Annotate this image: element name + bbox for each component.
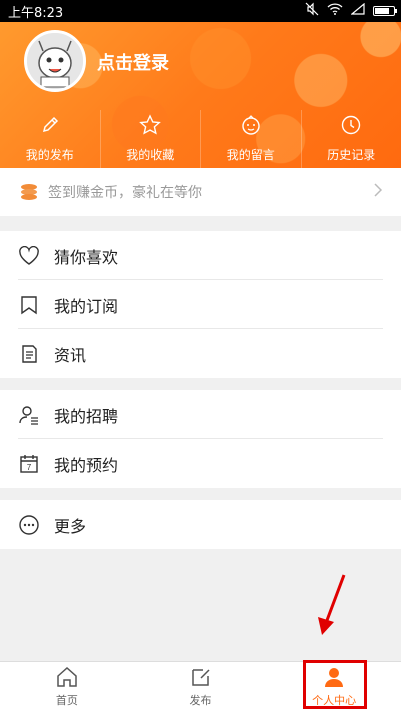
nav-label: 发布: [189, 693, 212, 707]
news-icon: [18, 343, 40, 365]
bottom-nav: 首页 发布 个人中心: [0, 661, 401, 710]
bookmark-icon: [18, 294, 40, 316]
calendar-day: 7: [27, 463, 32, 472]
nav-home[interactable]: 首页: [0, 662, 134, 710]
quick-item-messages[interactable]: 我的留言: [201, 110, 302, 168]
checkin-text: 签到赚金币，豪礼在等你: [48, 185, 202, 201]
quick-item-history[interactable]: 历史记录: [302, 110, 401, 168]
menu-item-more[interactable]: 更多: [0, 500, 401, 549]
pencil-icon: [39, 114, 61, 140]
more-icon: [18, 514, 40, 536]
menu-item-label: 资讯: [54, 345, 87, 365]
wifi-icon: [327, 3, 343, 19]
home-icon: [55, 665, 79, 692]
avatar[interactable]: [24, 30, 86, 92]
star-icon: [139, 114, 162, 140]
clock-icon: [340, 114, 362, 140]
nav-post[interactable]: 发布: [134, 662, 268, 710]
profile-header: 点击登录 我的发布 我的收藏 我的留言 历史记录: [0, 22, 401, 168]
quick-item-label: 历史记录: [327, 148, 376, 162]
checkin-banner[interactable]: 签到赚金币，豪礼在等你: [0, 168, 401, 216]
menu-section-3: 更多: [0, 500, 401, 549]
menu-item-label: 我的预约: [54, 455, 119, 475]
edit-icon: [189, 665, 213, 692]
face-icon: [240, 114, 262, 140]
mute-icon: [305, 2, 319, 20]
quick-item-label: 我的收藏: [126, 148, 175, 162]
quick-item-favorites[interactable]: 我的收藏: [101, 110, 201, 168]
quick-item-label: 我的发布: [25, 148, 74, 162]
chevron-right-icon: [373, 182, 383, 202]
nav-profile[interactable]: 个人中心: [267, 662, 401, 710]
quick-actions: 我的发布 我的收藏 我的留言 历史记录: [0, 110, 401, 168]
menu-item-guess-you-like[interactable]: 猜你喜欢: [0, 231, 401, 280]
menu-item-subscriptions[interactable]: 我的订阅: [0, 280, 401, 329]
menu-item-appointments[interactable]: 7 我的预约: [0, 439, 401, 488]
menu-item-recruitment[interactable]: 我的招聘: [0, 390, 401, 439]
login-label[interactable]: 点击登录: [97, 49, 169, 75]
heart-icon: [18, 245, 40, 267]
coins-icon: [18, 181, 40, 203]
status-bar: 上午8:23: [0, 0, 401, 22]
menu-item-label: 我的招聘: [54, 406, 119, 426]
menu-item-label: 我的订阅: [54, 296, 119, 316]
quick-item-my-posts[interactable]: 我的发布: [0, 110, 101, 168]
menu-section-2: 我的招聘 7 我的预约: [0, 390, 401, 488]
quick-item-label: 我的留言: [226, 148, 275, 162]
avatar-icon: [27, 33, 83, 89]
signal-icon: [350, 2, 365, 19]
menu-section-1: 猜你喜欢 我的订阅 资讯: [0, 231, 401, 378]
nav-label: 个人中心: [312, 693, 357, 707]
status-icons: [305, 2, 397, 20]
battery-icon: [373, 6, 397, 16]
recruit-icon: [18, 404, 40, 426]
menu-item-news[interactable]: 资讯: [0, 329, 401, 378]
menu-item-label: 更多: [54, 516, 87, 536]
status-time: 上午8:23: [8, 5, 64, 21]
nav-label: 首页: [55, 693, 78, 707]
menu-item-label: 猜你喜欢: [54, 247, 119, 267]
person-icon: [322, 665, 346, 692]
calendar-icon: 7: [18, 453, 40, 475]
annotation-arrow: [318, 574, 346, 635]
